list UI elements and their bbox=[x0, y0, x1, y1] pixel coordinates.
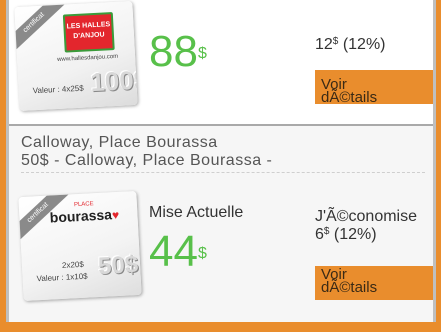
savings-percent: (12%) bbox=[342, 36, 386, 53]
card-value-text: Valeur : 4x25$ bbox=[32, 83, 84, 96]
view-details-button[interactable]: Voir dÃ©tails bbox=[315, 70, 433, 104]
deal-card-1: certificat LES HALLES D'ANJOU www.halles… bbox=[9, 0, 433, 126]
price-currency: $ bbox=[197, 45, 207, 62]
deal-card-2: Calloway, Place Bourassa 50$ - Calloway,… bbox=[9, 126, 433, 324]
deal-subtitle: 50$ - Calloway, Place Bourassa - bbox=[21, 152, 273, 169]
deals-frame: certificat LES HALLES D'ANJOU www.halles… bbox=[6, 0, 436, 324]
savings-percent: (12%) bbox=[333, 226, 377, 243]
savings-currency: $ bbox=[332, 36, 339, 47]
view-details-button[interactable]: Voir dÃ©tails bbox=[315, 266, 433, 300]
price-value: 88 bbox=[149, 27, 198, 76]
savings-amount: 6$ (12%) bbox=[315, 226, 377, 244]
card-value-text-1: 2x20$ bbox=[61, 259, 84, 270]
card-big-value: 100$ bbox=[89, 64, 138, 98]
savings-value: 12 bbox=[315, 36, 333, 53]
store-logo: LES HALLES D'ANJOU bbox=[62, 12, 115, 53]
deal-price: 88$ bbox=[149, 30, 207, 74]
gift-card-image[interactable]: certificat PLACE bourassa♥ 2x20$ Valeur … bbox=[18, 190, 142, 302]
logo-url: www.hallesdanjou.com bbox=[57, 53, 119, 63]
logo-text: bourassa bbox=[49, 206, 113, 226]
card-value-text-2: Valeur : 1x10$ bbox=[36, 271, 88, 284]
view-details-label: Voir dÃ©tails bbox=[321, 76, 378, 104]
certificate-ribbon: certificat bbox=[14, 0, 65, 53]
savings-label: J'Ã©conomise bbox=[315, 208, 417, 225]
price-currency: $ bbox=[197, 245, 207, 262]
store-logo: bourassa♥ bbox=[49, 206, 120, 232]
price-value: 44 bbox=[149, 227, 198, 276]
deal-title[interactable]: Calloway, Place Bourassa bbox=[21, 134, 218, 152]
view-details-label: Voir dÃ©tails bbox=[321, 266, 378, 296]
heart-icon: ♥ bbox=[111, 207, 120, 223]
page-bottom-band bbox=[6, 322, 436, 332]
savings-currency: $ bbox=[323, 226, 330, 237]
savings-value: 6 bbox=[315, 226, 324, 243]
dashed-divider bbox=[21, 172, 425, 173]
deal-price: 44$ bbox=[149, 230, 207, 274]
current-bid-label: Mise Actuelle bbox=[149, 204, 244, 221]
savings-amount: 12$ (12%) bbox=[315, 36, 386, 54]
logo-line-2: D'ANJOU bbox=[73, 31, 105, 41]
gift-card-image[interactable]: certificat LES HALLES D'ANJOU www.halles… bbox=[14, 0, 138, 112]
card-big-value: 50$ bbox=[97, 251, 139, 281]
